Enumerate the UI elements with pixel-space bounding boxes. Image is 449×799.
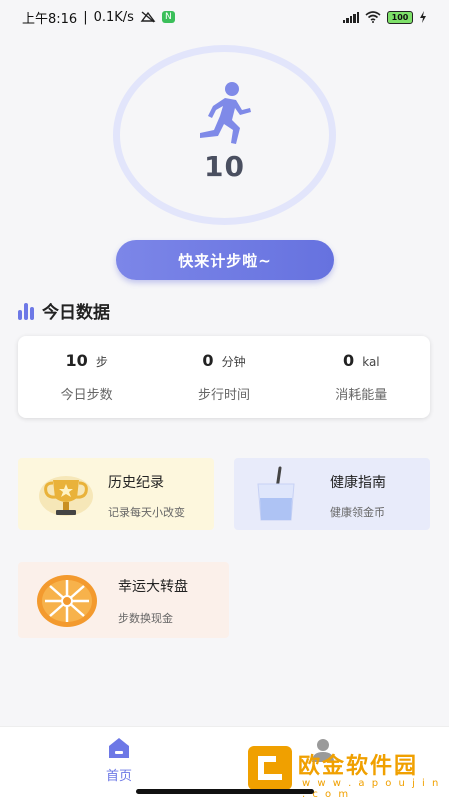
today-data-title: 今日数据	[42, 303, 110, 323]
stat-steps-label: 今日步数	[60, 388, 113, 403]
stat-steps-value-row: 10 步	[22, 351, 152, 370]
step-count: 10	[204, 150, 245, 183]
health-guide-card[interactable]: 健康指南 健康领金币	[234, 458, 430, 530]
status-right: 100	[342, 10, 428, 24]
watermark-logo-icon	[248, 746, 292, 790]
stat-walk-time-label: 步行时间	[197, 388, 250, 403]
stat-walk-time-value-row: 0 分钟	[159, 351, 289, 370]
stat-energy-value: 0	[342, 351, 355, 370]
bar-chart-icon	[18, 302, 34, 320]
lucky-wheel-card[interactable]: 幸运大转盘 步数换现金	[18, 562, 229, 638]
stat-energy-value-row: 0 kal	[296, 351, 426, 370]
health-guide-title: 健康指南	[330, 475, 386, 491]
home-indicator	[136, 789, 314, 794]
lucky-wheel-sub: 步数换现金	[118, 612, 173, 625]
stat-steps: 10 步 今日步数	[22, 351, 152, 403]
history-sub: 记录每天小改变	[108, 506, 185, 519]
runner-icon	[200, 82, 251, 144]
battery-icon: 100	[387, 10, 413, 24]
today-stats-card: 10 步 今日步数 0 分钟 步行时间 0 kal 消耗能量	[18, 336, 430, 418]
watermark-url: w w w . a p o u j i n . c o m	[302, 778, 441, 799]
health-guide-sub: 健康领金币	[330, 506, 385, 519]
lucky-wheel-icon	[37, 575, 97, 627]
nav-home-label: 首页	[105, 769, 132, 784]
stat-steps-unit: 步	[95, 355, 108, 369]
trophy-icon	[39, 476, 93, 516]
start-step-button[interactable]: 快来计步啦~	[116, 240, 334, 280]
lucky-wheel-title: 幸运大转盘	[118, 579, 188, 595]
status-bar: 上午8:16 | 0.1K/s N 100	[0, 0, 449, 34]
no-notification-icon	[140, 11, 156, 23]
status-time: 上午8:16	[22, 11, 78, 27]
status-separator: |	[83, 9, 88, 25]
home-icon	[109, 738, 129, 758]
history-card[interactable]: 历史纪录 记录每天小改变	[18, 458, 214, 530]
stat-steps-value: 10	[65, 351, 88, 370]
today-data-header: 今日数据	[18, 298, 110, 323]
nav-home[interactable]: 首页	[96, 737, 142, 784]
stat-walk-time-value: 0	[202, 351, 214, 370]
stat-energy-unit: kal	[362, 355, 380, 369]
signal-icon	[342, 11, 359, 23]
stat-walk-time: 0 分钟 步行时间	[159, 351, 289, 403]
wifi-icon	[365, 11, 381, 23]
stat-walk-time-unit: 分钟	[221, 355, 246, 369]
charging-icon	[420, 11, 426, 23]
watermark-text: 欧金软件园	[298, 754, 419, 779]
water-glass-icon	[257, 466, 295, 521]
status-left: 上午8:16 | 0.1K/s N	[22, 8, 175, 27]
status-net-speed: 0.1K/s	[93, 9, 134, 25]
stat-energy-label: 消耗能量	[335, 388, 388, 403]
nfc-badge: N	[161, 11, 175, 23]
stat-energy: 0 kal 消耗能量	[296, 351, 426, 403]
history-title: 历史纪录	[108, 475, 164, 491]
